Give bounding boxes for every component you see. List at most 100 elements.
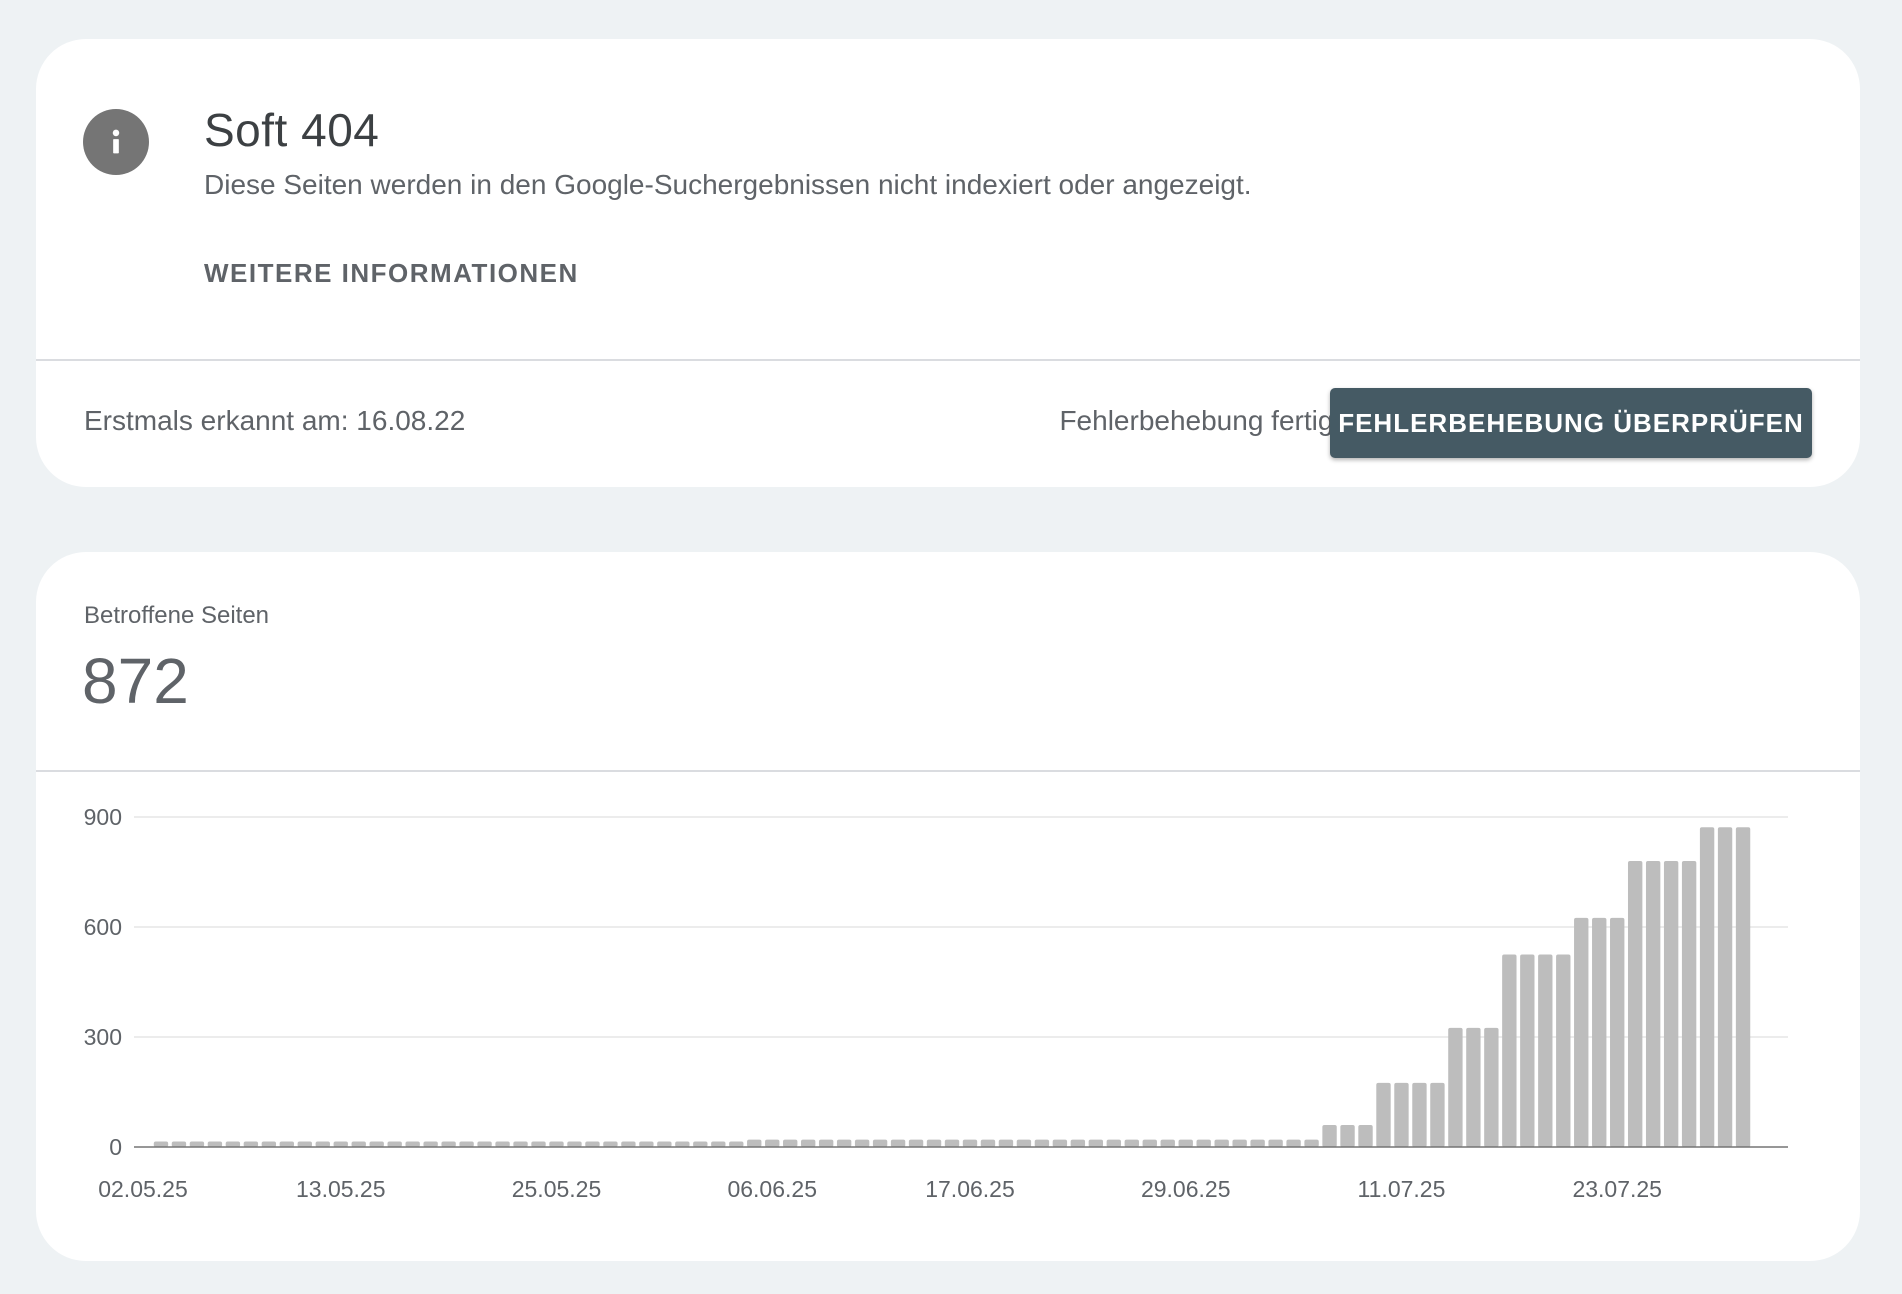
chart-bar (1394, 1082, 1409, 1147)
x-tick-label: 17.06.25 (925, 1176, 1015, 1202)
chart-bar (1376, 1082, 1391, 1147)
chart-bar (693, 1141, 708, 1147)
chart-bar (1484, 1027, 1499, 1147)
chart-bar (1538, 954, 1553, 1147)
chart-bar (171, 1141, 187, 1147)
chart-bar (279, 1141, 295, 1147)
y-tick-label: 0 (109, 1134, 122, 1160)
chart-bar (1717, 827, 1733, 1147)
chart-bar (729, 1141, 744, 1147)
chart-bar (351, 1141, 366, 1147)
issue-card: Soft 404 Diese Seiten werden in den Goog… (36, 39, 1860, 487)
divider (36, 770, 1860, 772)
chart-bar (1735, 827, 1751, 1147)
chart-bar (980, 1139, 996, 1147)
chart-bar (423, 1141, 438, 1147)
chart-bar (818, 1139, 834, 1147)
chart-bar (441, 1141, 456, 1147)
chart-bar (261, 1141, 277, 1147)
chart-bar (1663, 861, 1679, 1147)
chart-bar (783, 1139, 798, 1147)
chart-bar (405, 1141, 420, 1147)
chart-bar (1106, 1139, 1122, 1147)
issue-description: Diese Seiten werden in den Google-Sucher… (204, 169, 1252, 200)
chart-bar (513, 1141, 528, 1147)
chart-bar (1088, 1139, 1104, 1147)
chart-bar (962, 1139, 978, 1147)
fix-question: Fehlerbehebung fertig? (1059, 405, 1349, 436)
chart-bar (1250, 1139, 1265, 1147)
chart-bar (908, 1139, 924, 1147)
chart-bar (1610, 917, 1625, 1147)
chart-bar (836, 1139, 852, 1147)
chart-bar (1681, 861, 1697, 1147)
chart-bar (225, 1141, 241, 1147)
chart-bar (621, 1141, 636, 1147)
chart-bar (1070, 1139, 1086, 1147)
chart-bar (998, 1139, 1014, 1147)
x-tick-label: 06.06.25 (727, 1176, 817, 1202)
chart-bar (657, 1141, 672, 1147)
chart-bar (1178, 1139, 1193, 1147)
chart-bar (1196, 1139, 1211, 1147)
chart-bar (747, 1139, 762, 1147)
x-tick-label: 29.06.25 (1141, 1176, 1231, 1202)
chart-bar (1142, 1139, 1157, 1147)
chart-bar (495, 1141, 510, 1147)
chart-bar (1627, 861, 1643, 1147)
x-tick-label: 11.07.25 (1358, 1176, 1446, 1202)
chart-bar (926, 1139, 942, 1147)
chart-bar (1430, 1082, 1445, 1147)
divider (36, 359, 1860, 361)
chart-bar (531, 1141, 546, 1147)
affected-pages-card: Betroffene Seiten 872 0 300 600 900 02.05.25… (36, 552, 1860, 1261)
chart-bar (153, 1141, 169, 1147)
chart-bar (1448, 1027, 1463, 1147)
chart-bar (1304, 1139, 1319, 1147)
chart-bar (1052, 1139, 1068, 1147)
chart-bar (585, 1141, 600, 1147)
x-tick-label: 13.05.25 (296, 1176, 386, 1202)
affected-pages-label: Betroffene Seiten (84, 602, 270, 629)
validate-fix-button[interactable]: FEHLERBEHEBUNG ÜBERPRÜFEN (1330, 388, 1812, 458)
chart-bar (459, 1141, 474, 1147)
chart-bar (890, 1139, 906, 1147)
first-detected-date: Erstmals erkannt am: 16.08.22 (84, 405, 466, 436)
chart-bar (1034, 1139, 1050, 1147)
chart-bar (1699, 827, 1715, 1147)
chart-bar (1268, 1139, 1283, 1147)
chart-bar (1340, 1125, 1355, 1147)
chart-bar (207, 1141, 223, 1147)
chart-bar (765, 1139, 780, 1147)
chart-bar (243, 1141, 259, 1147)
chart-bar (387, 1141, 402, 1147)
chart-bar (1214, 1139, 1229, 1147)
chart-bar (1358, 1125, 1373, 1147)
more-info-link[interactable]: WEITERE INFORMATIONEN (204, 258, 579, 289)
chart-bar (315, 1141, 330, 1147)
chart-bar (1466, 1027, 1481, 1147)
y-tick-label: 300 (84, 1024, 122, 1050)
y-tick-label: 900 (84, 804, 122, 830)
chart-bar (1016, 1139, 1032, 1147)
chart-bar (944, 1139, 960, 1147)
chart-bar (1124, 1139, 1139, 1147)
chart-bar (1645, 861, 1661, 1147)
chart-bar (603, 1141, 618, 1147)
chart-bar (549, 1141, 564, 1147)
chart-bar (1520, 954, 1535, 1147)
chart-bar (1412, 1082, 1427, 1147)
chart-bar (1574, 917, 1589, 1147)
chart-bar (369, 1141, 384, 1147)
x-tick-label: 23.07.25 (1572, 1176, 1662, 1202)
chart-bar (477, 1141, 492, 1147)
chart-bar (1286, 1139, 1301, 1147)
chart-bar (639, 1141, 654, 1147)
chart-bar (1160, 1139, 1175, 1147)
chart-bar (872, 1139, 888, 1147)
issue-title: Soft 404 (204, 104, 380, 156)
chart-bar (1322, 1125, 1337, 1147)
chart-bar (711, 1141, 726, 1147)
x-tick-label: 02.05.25 (98, 1176, 188, 1202)
chart-bar (1592, 917, 1607, 1147)
